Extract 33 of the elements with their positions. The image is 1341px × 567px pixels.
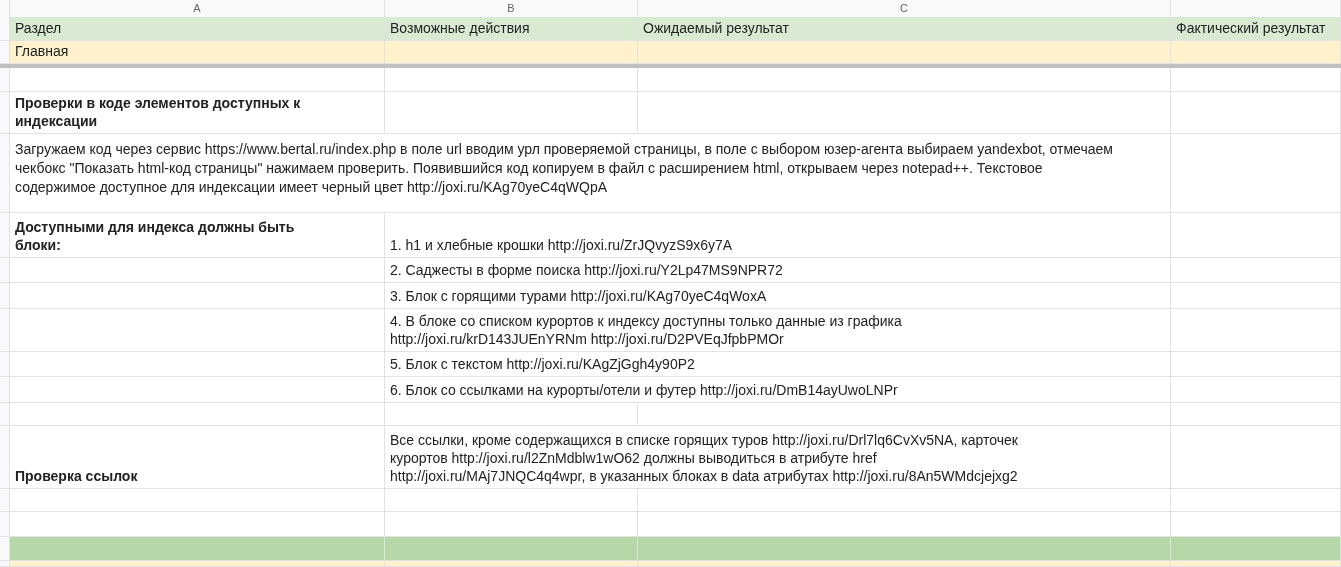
table-cell: 1. h1 и хлебные крошки http://joxi.ru/ZrJQvyzS9x6y7A [385,213,1171,258]
table-cell: Все ссылки, кроме содержащихся в списке горящих туров http://joxi.ru/Drl7lq6CvXv5NA, карточек курортов http://joxi.ru/l2ZnMdblw1wO62 должны выводиться в атрибуте href http://joxi.ru/MAj7JNQC4q4wpr, в указанных блоках в data атрибутах http://joxi.ru/8An5WMdcjejxg2 [385,426,1171,489]
table-cell: Проверка ссылок [10,426,385,489]
header-cell: Фактический результат [1171,17,1341,41]
row-header[interactable] [0,283,10,309]
table-cell: Доступными для индекса должны быть блоки: [10,213,385,258]
row-header[interactable] [0,68,10,92]
row-header[interactable] [0,489,10,512]
table-cell: 5. Блок с текстом http://joxi.ru/KAgZjGgh4y90P2 [385,352,1171,377]
table-cell: 4. В блоке со списком курортов к индексу доступны только данные из графика http://joxi.ru/krD143JUEnYRNm http://joxi.ru/D2PVEqJfpbPMOr [385,309,1171,352]
table-cell: 6. Блок со ссылками на курорты/отели и футер http://joxi.ru/DmB14ayUwoLNPr [385,377,1171,403]
row-header[interactable] [0,134,10,213]
table-cell: Загружаем код через сервис https://www.bertal.ru/index.php в поле url вводим урл проверяемой страницы, в поле с выбором юзер-агента выбираем yandexbot, отмечаем чекбокс "Показать html-код страницы" нажимаем проверить. Появившийся код копируем в файл с расширением html, открываем через notepad++. Текстовое содержимое доступное для индексации имеет черный цвет http://joxi.ru/KAg70yeC4qWQpA [10,134,1171,213]
row-header[interactable] [0,512,10,537]
row-header[interactable] [0,403,10,426]
row-header[interactable] [0,309,10,352]
row-header[interactable] [0,426,10,489]
table-cell: 3. Блок с горящими турами http://joxi.ru/KAg70yeC4qWoxA [385,283,1171,309]
row-header[interactable] [0,352,10,377]
row-header[interactable] [0,377,10,403]
row-header[interactable] [0,561,10,567]
header-cell: Раздел [10,17,385,41]
table-cell: Главная [10,41,385,64]
row-header[interactable] [0,258,10,283]
row-header[interactable] [0,213,10,258]
header-cell: Ожидаемый результат [638,17,1171,41]
header-cell: Возможные действия [385,17,638,41]
row-header[interactable] [0,537,10,561]
table-cell: 2. Саджесты в форме поиска http://joxi.ru/Y2Lp47MS9NPR72 [385,258,1171,283]
row-header[interactable] [0,17,10,41]
row-header[interactable] [0,41,10,64]
row-header[interactable] [0,92,10,134]
table-cell: Проверки в коде элементов доступных к индексации [10,92,385,134]
